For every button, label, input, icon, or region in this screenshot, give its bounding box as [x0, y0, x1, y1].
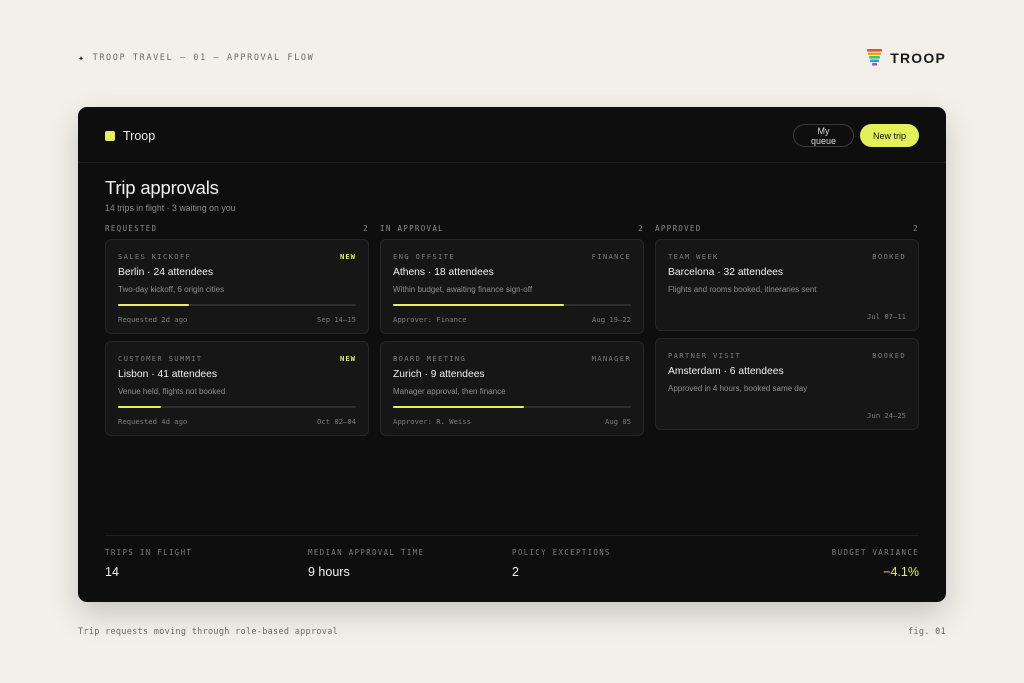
trip-card[interactable]: PARTNER VISIT BOOKED Amsterdam · 6 atten… [655, 338, 919, 430]
stat-label: POLICY EXCEPTIONS [512, 548, 611, 557]
card-title: Athens · 18 attendees [393, 267, 494, 278]
stat-label: TRIPS IN FLIGHT [105, 548, 193, 557]
app-logo-icon [105, 131, 115, 141]
column-header: IN APPROVAL 2 [380, 223, 644, 233]
card-dates: Oct 02–04 [317, 417, 356, 426]
trip-card[interactable]: TEAM WEEK BOOKED Barcelona · 32 attendee… [655, 239, 919, 331]
card-description: Venue held, flights not booked [118, 387, 226, 396]
card-title: Barcelona · 32 attendees [668, 267, 784, 278]
topbar-actions: My queue New trip [793, 124, 919, 147]
approval-progress-bar [118, 406, 356, 408]
status-badge: NEW [340, 252, 356, 261]
column-header: APPROVED 2 [655, 223, 919, 233]
status-badge: BOOKED [872, 252, 906, 261]
column-title: APPROVED [655, 223, 702, 233]
column-in-approval: IN APPROVAL 2 ENG OFFSITE FINANCE Athens… [380, 223, 644, 436]
sparkle-icon: ✦ [78, 52, 86, 64]
kicker-text: TROOP TRAVEL — 01 — APPROVAL FLOW [92, 53, 315, 63]
column-approved: APPROVED 2 TEAM WEEK BOOKED Barcelona · … [655, 223, 919, 430]
caption-text: Trip requests moving through role-based … [78, 627, 339, 637]
card-title: Zurich · 9 attendees [393, 369, 485, 380]
card-tag: TEAM WEEK [668, 252, 719, 261]
trip-card[interactable]: SALES KICKOFF NEW Berlin · 24 attendees … [105, 239, 369, 334]
card-dates: Jul 07–11 [867, 312, 906, 321]
column-requested: REQUESTED 2 SALES KICKOFF NEW Berlin · 2… [105, 223, 369, 436]
trip-card[interactable]: CUSTOMER SUMMIT NEW Lisbon · 41 attendee… [105, 341, 369, 436]
brand-name: TROOP [890, 50, 946, 66]
app-brand[interactable]: Troop [105, 129, 155, 143]
stat-value: 14 [105, 565, 119, 579]
stats-footer: TRIPS IN FLIGHT 14 MEDIAN APPROVAL TIME … [105, 535, 919, 602]
status-badge: BOOKED [872, 351, 906, 360]
approval-progress-bar [118, 304, 356, 306]
card-dates: Sep 14–15 [317, 315, 356, 324]
kicker: ✦ TROOP TRAVEL — 01 — APPROVAL FLOW [78, 53, 314, 64]
card-dates: Aug 05 [605, 417, 631, 426]
card-description: Two-day kickoff, 6 origin cities [118, 285, 225, 294]
trip-card[interactable]: ENG OFFSITE FINANCE Athens · 18 attendee… [380, 239, 644, 334]
card-tag: CUSTOMER SUMMIT [118, 354, 203, 363]
stat-label: MEDIAN APPROVAL TIME [308, 548, 425, 557]
card-meta: Approver: Finance [393, 315, 467, 324]
stat-label: BUDGET VARIANCE [831, 548, 919, 557]
trip-card[interactable]: BOARD MEETING MANAGER Zurich · 9 attende… [380, 341, 644, 436]
column-title: REQUESTED [105, 223, 158, 233]
card-dates: Aug 19–22 [592, 315, 631, 324]
figure-number: fig. 01 [908, 627, 946, 637]
new-trip-button[interactable]: New trip [860, 124, 919, 147]
stat-trips-in-flight: TRIPS IN FLIGHT 14 [105, 548, 192, 579]
approval-progress-bar [393, 304, 631, 306]
app-topbar: Troop My queue New trip [78, 107, 946, 163]
column-count: 2 [363, 223, 369, 233]
card-tag: PARTNER VISIT [668, 351, 742, 360]
stat-value: 2 [512, 565, 519, 579]
stat-policy-exceptions: POLICY EXCEPTIONS 2 [512, 548, 611, 579]
card-description: Within budget, awaiting finance sign-off [393, 285, 533, 294]
status-badge: FINANCE [591, 252, 631, 261]
card-tag: SALES KICKOFF [118, 252, 192, 261]
card-tag: ENG OFFSITE [393, 252, 455, 261]
troop-stripes-logo [867, 49, 883, 66]
page-header: ✦ TROOP TRAVEL — 01 — APPROVAL FLOW TROO… [78, 48, 946, 68]
column-title: IN APPROVAL [380, 223, 444, 233]
column-count: 2 [913, 223, 919, 233]
stat-budget-variance: BUDGET VARIANCE −4.1% [832, 548, 919, 579]
app-window: Troop My queue New trip Trip approvals 1… [78, 107, 946, 602]
approval-progress-bar [393, 406, 631, 408]
my-queue-button[interactable]: My queue [793, 124, 854, 147]
card-tag: BOARD MEETING [393, 354, 467, 363]
brand: TROOP [867, 49, 946, 67]
app-name: Troop [123, 129, 156, 143]
page-title: Trip approvals [105, 177, 219, 198]
card-meta: Requested 2d ago [118, 315, 188, 324]
card-title: Berlin · 24 attendees [118, 267, 214, 278]
card-description: Approved in 4 hours, booked same day [668, 384, 808, 393]
card-title: Lisbon · 41 attendees [118, 369, 218, 380]
column-count: 2 [638, 223, 644, 233]
status-badge: NEW [340, 354, 356, 363]
status-badge: MANAGER [591, 354, 631, 363]
card-title: Amsterdam · 6 attendees [668, 366, 784, 377]
figure-caption: Trip requests moving through role-based … [78, 627, 946, 637]
card-description: Manager approval, then finance [393, 387, 506, 396]
title-block: Trip approvals 14 trips in flight · 3 wa… [105, 177, 236, 213]
card-meta: Approver: R. Weiss [393, 417, 471, 426]
stat-median-approval-time: MEDIAN APPROVAL TIME 9 hours [308, 548, 424, 579]
page-subtitle: 14 trips in flight · 3 waiting on you [105, 203, 236, 213]
card-dates: Jun 24–25 [867, 411, 906, 420]
stat-value: −4.1% [883, 565, 919, 579]
column-header: REQUESTED 2 [105, 223, 369, 233]
stat-value: 9 hours [308, 565, 350, 579]
card-description: Flights and rooms booked, itineraries se… [668, 285, 817, 294]
card-meta: Requested 4d ago [118, 417, 188, 426]
